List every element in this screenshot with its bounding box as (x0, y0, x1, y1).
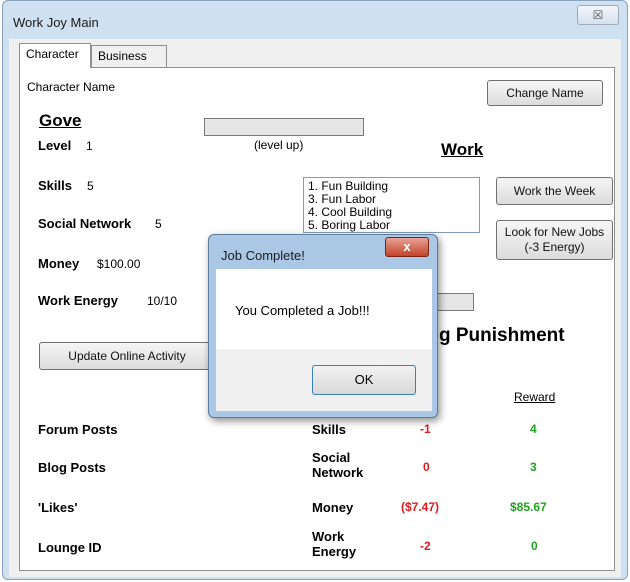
level-up-label: (level up) (254, 138, 304, 152)
look-for-new-jobs-button[interactable]: Look for New Jobs (-3 Energy) (496, 220, 613, 260)
change-name-button[interactable]: Change Name (487, 80, 603, 106)
dialog-body: You Completed a Job!!! (216, 269, 432, 349)
new-jobs-button-line1: Look for New Jobs (504, 225, 605, 239)
dialog-close-icon[interactable]: x (385, 237, 429, 257)
work-energy-label: Work Energy (38, 293, 118, 308)
new-jobs-button-line2: (-3 Energy) (524, 240, 585, 254)
result-reward-social-network: 3 (530, 460, 537, 474)
dialog-title: Job Complete! (221, 248, 305, 263)
work-heading: Work (441, 140, 484, 159)
likes-label: 'Likes' (38, 500, 78, 515)
update-online-activity-button[interactable]: Update Online Activity (39, 342, 215, 370)
jobs-listbox[interactable]: 1. Fun Building 3. Fun Labor 4. Cool Bui… (303, 177, 480, 233)
result-reward-skills: 4 (530, 422, 537, 436)
punishment-heading: g Punishment (439, 325, 565, 346)
tab-character[interactable]: Character (19, 43, 91, 68)
character-name: Gove (39, 111, 82, 130)
skills-value: 5 (87, 179, 94, 193)
result-stat-social-line1: Social (312, 450, 351, 465)
reward-header: Reward (514, 390, 556, 404)
dialog-message: You Completed a Job!!! (235, 303, 370, 318)
lounge-id-label: Lounge ID (38, 540, 102, 555)
ok-button[interactable]: OK (312, 365, 416, 395)
result-punishment-skills: -1 (420, 422, 431, 436)
level-progress-bar (204, 118, 364, 136)
list-item[interactable]: 5. Boring Labor (308, 219, 475, 232)
social-network-value: 5 (155, 217, 162, 231)
result-stat-work-energy: Work Energy (312, 529, 356, 559)
result-punishment-work-energy: -2 (420, 539, 431, 553)
work-the-week-button[interactable]: Work the Week (496, 177, 613, 205)
work-energy-value: 10/10 (147, 294, 178, 308)
result-stat-skills: Skills (312, 422, 346, 437)
result-stat-energy-line2: Energy (312, 544, 357, 559)
result-reward-money: $85.67 (510, 500, 547, 514)
dialog-footer: OK (216, 349, 432, 411)
job-complete-dialog: Job Complete! x You Completed a Job!!! O… (208, 234, 438, 418)
tab-business[interactable]: Business (91, 45, 167, 67)
result-punishment-social-network: 0 (423, 460, 430, 474)
result-reward-work-energy: 0 (531, 539, 538, 553)
skills-label: Skills (38, 178, 72, 193)
result-stat-social-line2: Network (312, 465, 364, 480)
result-punishment-money: ($7.47) (401, 500, 440, 514)
level-label: Level (38, 138, 72, 153)
result-stat-energy-line1: Work (312, 529, 345, 544)
window-title: Work Joy Main (13, 15, 99, 30)
result-stat-money: Money (312, 500, 354, 515)
money-label: Money (38, 256, 80, 271)
close-icon[interactable]: ☒ (577, 5, 619, 25)
blog-posts-label: Blog Posts (38, 460, 106, 475)
money-value: $100.00 (97, 257, 141, 271)
forum-posts-label: Forum Posts (38, 422, 118, 437)
social-network-label: Social Network (38, 216, 132, 231)
level-value: 1 (86, 139, 93, 153)
result-stat-social-network: Social Network (312, 450, 363, 480)
character-name-label: Character Name (27, 80, 116, 94)
